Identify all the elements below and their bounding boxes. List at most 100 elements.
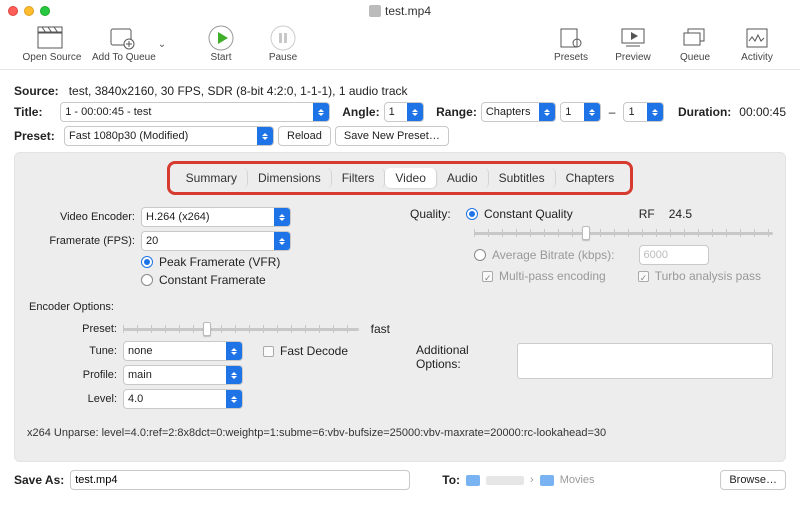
play-icon — [208, 25, 234, 51]
turbo-checkbox — [638, 271, 649, 282]
queue-button[interactable]: Queue — [664, 26, 726, 63]
open-source-button[interactable]: Open Source — [12, 26, 92, 63]
folder-icon — [540, 475, 554, 486]
range-from-select[interactable]: 1 — [560, 102, 601, 122]
encoder-options-header: Encoder Options: — [29, 301, 773, 313]
save-as-input[interactable] — [70, 470, 410, 490]
range-to-select[interactable]: 1 — [623, 102, 664, 122]
tab-summary[interactable]: Summary — [176, 168, 248, 188]
range-from: 1 — [565, 106, 571, 118]
peak-framerate-label: Peak Framerate (VFR) — [159, 255, 280, 269]
angle-label: Angle: — [342, 105, 379, 119]
addl-options-label: Additional Options: — [416, 343, 511, 371]
duration-label: Duration: — [678, 105, 731, 119]
bitrate-input — [639, 245, 709, 265]
range-select[interactable]: Chapters — [481, 102, 556, 122]
multipass-checkbox — [482, 271, 493, 282]
eo-profile-select[interactable]: main — [123, 365, 243, 385]
eo-tune-value: none — [128, 345, 152, 357]
eo-preset-value: fast — [371, 322, 390, 336]
range-dash: – — [605, 105, 620, 119]
avg-bitrate-radio[interactable] — [474, 249, 486, 261]
tab-audio[interactable]: Audio — [437, 168, 489, 188]
title-value: 1 - 00:00:45 - test — [65, 106, 151, 118]
constant-framerate-radio[interactable] — [141, 274, 153, 286]
settings-panel: Summary Dimensions Filters Video Audio S… — [14, 152, 786, 462]
preview-label: Preview — [615, 52, 651, 63]
add-queue-label: Add To Queue — [92, 52, 156, 63]
video-encoder-label: Video Encoder: — [27, 211, 135, 223]
window-title: test.mp4 — [0, 4, 800, 18]
chevron-down-icon[interactable]: ⌄ — [158, 39, 166, 50]
tab-chapters[interactable]: Chapters — [556, 168, 625, 188]
quality-label: Quality: — [410, 207, 460, 221]
chevron-right-icon: › — [530, 474, 534, 486]
eo-level-select[interactable]: 4.0 — [123, 389, 243, 409]
constant-framerate-label: Constant Framerate — [159, 273, 266, 287]
reload-button[interactable]: Reload — [278, 126, 331, 146]
activity-label: Activity — [741, 52, 773, 63]
window-title-text: test.mp4 — [385, 4, 431, 18]
source-value: test, 3840x2160, 30 FPS, SDR (8-bit 4:2:… — [69, 84, 408, 98]
eo-level-value: 4.0 — [128, 393, 143, 405]
tab-subtitles[interactable]: Subtitles — [489, 168, 556, 188]
tab-filters[interactable]: Filters — [332, 168, 386, 188]
browse-button[interactable]: Browse… — [720, 470, 786, 490]
source-label: Source: — [14, 84, 59, 98]
pause-label: Pause — [269, 52, 297, 63]
activity-icon — [745, 27, 769, 49]
queue-icon — [682, 27, 708, 49]
angle-select[interactable]: 1 — [384, 102, 425, 122]
duration-value: 00:00:45 — [739, 105, 786, 119]
range-value: Chapters — [486, 106, 531, 118]
pause-button: Pause — [252, 26, 314, 63]
activity-button[interactable]: Activity — [726, 26, 788, 63]
presets-icon — [559, 27, 583, 49]
queue-label: Queue — [680, 52, 710, 63]
fast-decode-checkbox[interactable] — [263, 346, 274, 357]
destination-path[interactable]: › Movies — [466, 474, 595, 486]
add-queue-icon — [109, 26, 139, 50]
eo-level-label: Level: — [27, 393, 117, 405]
eo-tune-select[interactable]: none — [123, 341, 243, 361]
presets-label: Presets — [554, 52, 588, 63]
path-segment-redacted — [486, 476, 524, 485]
preset-select[interactable]: Fast 1080p30 (Modified) — [64, 126, 274, 146]
preview-button[interactable]: Preview — [602, 26, 664, 63]
tab-dimensions[interactable]: Dimensions — [248, 168, 332, 188]
add-to-queue-button[interactable]: Add To Queue ⌄ — [92, 26, 172, 63]
eo-tune-label: Tune: — [27, 345, 117, 357]
constant-quality-label: Constant Quality — [484, 207, 573, 221]
addl-options-textarea[interactable] — [517, 343, 773, 379]
range-label: Range: — [436, 105, 477, 119]
pause-icon — [270, 25, 296, 51]
folder-icon — [466, 475, 480, 486]
angle-value: 1 — [389, 106, 395, 118]
x264-unparse: x264 Unparse: level=4.0:ref=2:8x8dct=0:w… — [27, 427, 773, 439]
open-source-label: Open Source — [23, 52, 82, 63]
eo-preset-slider[interactable] — [123, 321, 359, 337]
clapper-icon — [37, 26, 67, 50]
fps-label: Framerate (FPS): — [27, 235, 135, 247]
rf-value: 24.5 — [669, 207, 692, 221]
video-encoder-select[interactable]: H.264 (x264) — [141, 207, 291, 227]
eo-preset-label: Preset: — [27, 323, 117, 335]
constant-quality-radio[interactable] — [466, 208, 478, 220]
tab-video[interactable]: Video — [385, 168, 436, 188]
tabs-highlight-box: Summary Dimensions Filters Video Audio S… — [167, 161, 634, 195]
presets-button[interactable]: Presets — [540, 26, 602, 63]
fps-select[interactable]: 20 — [141, 231, 291, 251]
title-select[interactable]: 1 - 00:00:45 - test — [60, 102, 330, 122]
start-button[interactable]: Start — [190, 26, 252, 63]
peak-framerate-radio[interactable] — [141, 256, 153, 268]
range-to: 1 — [628, 106, 634, 118]
save-as-label: Save As: — [14, 473, 64, 487]
title-label: Title: — [14, 105, 56, 119]
eo-profile-value: main — [128, 369, 152, 381]
start-label: Start — [210, 52, 231, 63]
save-new-preset-button[interactable]: Save New Preset… — [335, 126, 449, 146]
to-label: To: — [442, 473, 460, 487]
fps-value: 20 — [146, 235, 158, 247]
multipass-label: Multi-pass encoding — [499, 269, 606, 283]
rf-slider[interactable] — [474, 225, 773, 241]
